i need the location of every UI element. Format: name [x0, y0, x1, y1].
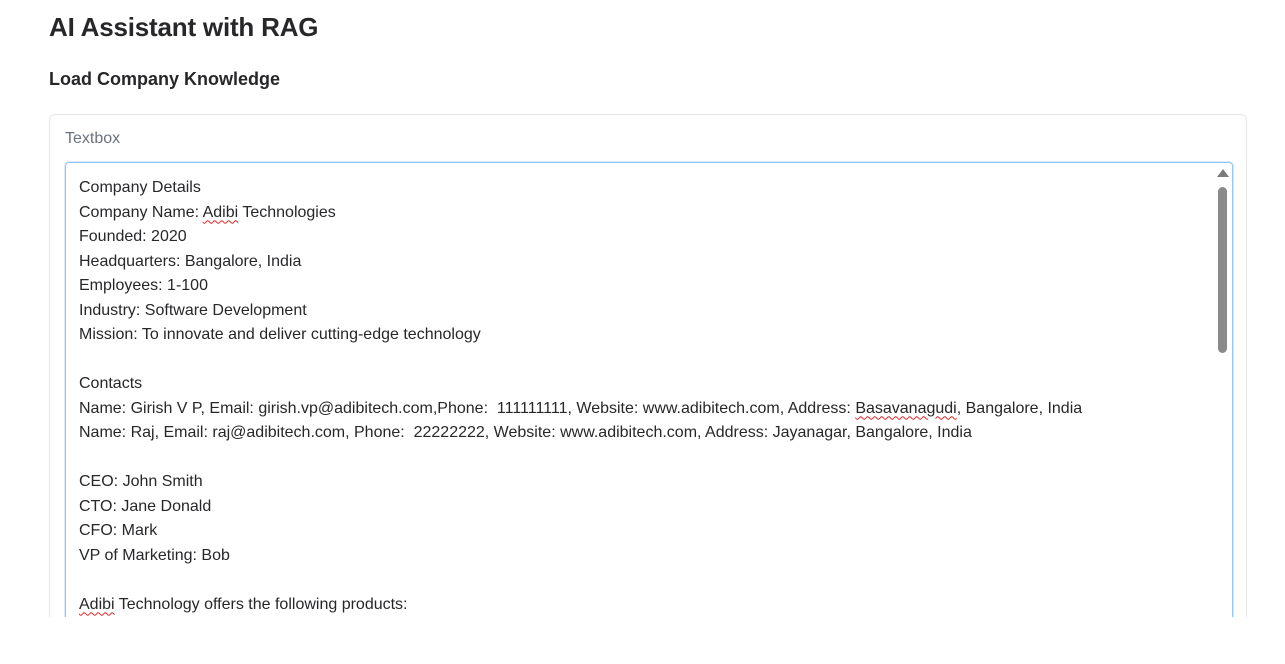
- textarea-content[interactable]: Company Details Company Name: Adibi Techn…: [79, 176, 1209, 617]
- textarea-line: [79, 568, 1209, 593]
- knowledge-textarea[interactable]: Company Details Company Name: Adibi Techn…: [65, 162, 1233, 664]
- textbox-label: Textbox: [65, 130, 121, 147]
- section-title: Load Company Knowledge: [49, 69, 281, 89]
- spellcheck-word: Adibi: [79, 595, 115, 613]
- spellcheck-word: Adibi: [202, 203, 239, 221]
- textarea-line: Industry: Software Development: [79, 301, 307, 319]
- textarea-line: Name: Raj, Email: raj@adibitech.com, Pho…: [79, 424, 972, 441]
- textarea-line: Contacts: [79, 375, 143, 392]
- app-title: AI Assistant with RAG: [49, 12, 319, 42]
- textarea-line: Employees: 1-100: [79, 277, 208, 294]
- scrollbar-thumb[interactable]: [1218, 187, 1227, 353]
- textarea-line: CEO: John Smith: [79, 473, 203, 490]
- textarea-line: CTO: Jane Donald: [79, 497, 212, 515]
- textarea-line: Founded: 2020: [79, 228, 187, 245]
- textarea-line: Company Details: [79, 179, 201, 196]
- textarea-line: Name: Girish V P, Email: girish.vp@adibi…: [79, 399, 1083, 417]
- spellcheck-word: Basavanagudi: [855, 399, 957, 417]
- textarea-line: [79, 348, 1209, 373]
- scroll-up-arrow-icon[interactable]: [1217, 169, 1229, 177]
- textarea-line: VP of Marketing: Bob: [79, 546, 230, 564]
- textarea-line: CFO: Mark: [79, 522, 158, 539]
- textarea-line: Mission: To innovate and deliver cutting…: [79, 326, 481, 343]
- textarea-scrollbar[interactable]: [1216, 165, 1230, 664]
- page-bottom-area: [0, 617, 1285, 664]
- textarea-line: [79, 446, 1209, 471]
- textarea-line: Company Name: Adibi Technologies: [79, 203, 336, 221]
- textarea-line: Adibi Technology offers the following pr…: [79, 595, 408, 613]
- textarea-line: Headquarters: Bangalore, India: [79, 252, 302, 270]
- textbox-block: Textbox Company Details Company Name: Adi…: [49, 114, 1247, 664]
- app-page: AI Assistant with RAG Load Company Knowl…: [0, 0, 1285, 664]
